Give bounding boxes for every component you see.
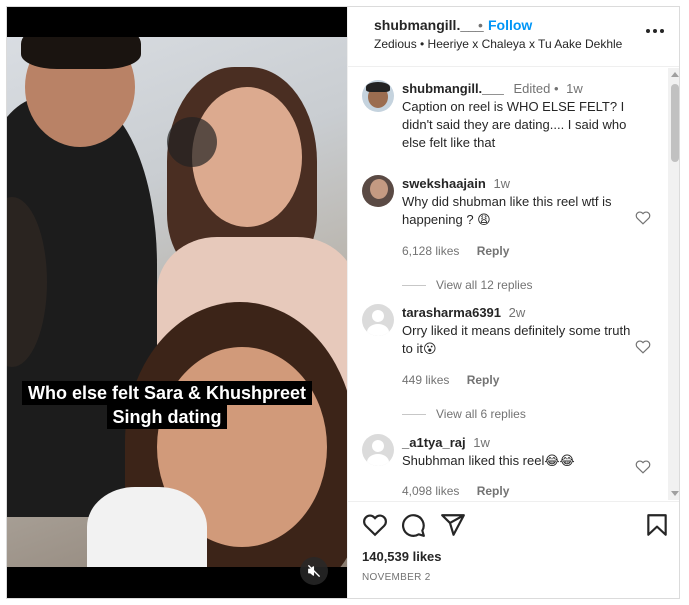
follow-button[interactable]: Follow [488,17,532,33]
comments-list[interactable]: shubmangill.___ Edited • 1w Caption on r… [348,68,679,500]
comment: tarasharma6391 2w Orry liked it means de… [402,304,634,358]
overlay-line-1: Who else felt Sara & Khushpreet [21,381,313,405]
reel-frame [7,37,347,567]
caption-time: 1w [566,81,583,96]
comment-likes[interactable]: 6,128 likes [402,244,459,258]
post-date[interactable]: NOVEMBER 2 [362,572,431,583]
audio-track-link[interactable]: Zedious • Heeriye x Chaleya x Tu Aake De… [374,37,622,51]
reply-button[interactable]: Reply [477,484,510,498]
scroll-thumb[interactable] [671,84,679,162]
comment-avatar[interactable] [362,175,394,207]
comment-time: 1w [473,435,490,450]
author-username[interactable]: shubmangill.___ [374,17,484,33]
reel-video[interactable]: Who else felt Sara & Khushpreet Singh da… [7,7,347,598]
person-front-shirt [87,487,207,567]
comment-text: Why did shubman like this reel wtf is ha… [402,194,612,227]
comment-text: Shubhman liked this reel😂😂 [402,453,575,468]
reel-post: Who else felt Sara & Khushpreet Singh da… [6,6,680,599]
comment-avatar-default[interactable] [362,434,394,466]
view-replies-label: View all 6 replies [436,407,526,421]
view-replies-label: View all 12 replies [436,278,533,292]
comment-username[interactable]: _a1tya_raj [402,435,466,450]
reply-button[interactable]: Reply [477,244,510,258]
post-side-panel: shubmangill.___ • Follow Zedious • Heeri… [347,7,679,598]
heart-icon[interactable] [362,512,388,538]
view-replies-button[interactable]: View all 12 replies [402,278,533,292]
scroll-up-arrow[interactable] [671,72,679,77]
comment-username[interactable]: swekshaajain [402,176,486,191]
bookmark-icon[interactable] [644,512,670,538]
comment-time: 1w [493,176,511,191]
replies-divider [402,285,426,287]
view-replies-button[interactable]: View all 6 replies [402,407,526,421]
muted-speaker-icon [308,565,320,577]
comment-meta: 6,128 likes Reply [402,244,509,258]
caption-edited: Edited • [513,81,559,96]
comment-avatar-default[interactable] [362,304,394,336]
post-header: shubmangill.___ • Follow Zedious • Heeri… [348,7,679,67]
overlay-line-2: Singh dating [106,405,228,429]
scroll-down-arrow[interactable] [671,491,679,496]
share-icon[interactable] [440,512,466,538]
comment-likes[interactable]: 449 likes [402,373,449,387]
comment-username[interactable]: tarasharma6391 [402,305,501,320]
likes-count[interactable]: 140,539 likes [362,549,442,564]
caption: shubmangill.___ Edited • 1w Caption on r… [402,80,634,152]
reel-overlay-caption: Who else felt Sara & Khushpreet Singh da… [17,381,317,429]
post-actions: 140,539 likes NOVEMBER 2 [348,501,679,598]
comment-time: 2w [508,305,526,320]
person-left-hair [21,37,141,69]
author-avatar[interactable] [362,80,394,112]
comment-meta: 4,098 likes Reply [402,484,509,498]
more-horizontal-icon[interactable] [644,21,666,41]
caption-text: Caption on reel is WHO ELSE FELT? I didn… [402,99,627,150]
dog-figure [167,117,217,167]
comment-meta: 449 likes Reply [402,373,499,387]
comments-scrollbar[interactable] [668,68,679,500]
comment: _a1tya_raj 1w Shubhman liked this reel😂😂 [402,434,634,470]
comment-icon[interactable] [400,512,426,538]
heart-icon[interactable] [635,339,651,354]
reply-button[interactable]: Reply [467,373,500,387]
replies-divider [402,414,426,416]
mute-button[interactable] [300,557,328,585]
comment: swekshaajain 1w Why did shubman like thi… [402,175,634,229]
header-separator: • [478,17,483,33]
comment-text: Orry liked it means definitely some trut… [402,323,631,356]
heart-icon[interactable] [635,210,651,225]
heart-icon[interactable] [635,459,651,474]
caption-username[interactable]: shubmangill.___ [402,81,504,96]
comment-likes[interactable]: 4,098 likes [402,484,459,498]
